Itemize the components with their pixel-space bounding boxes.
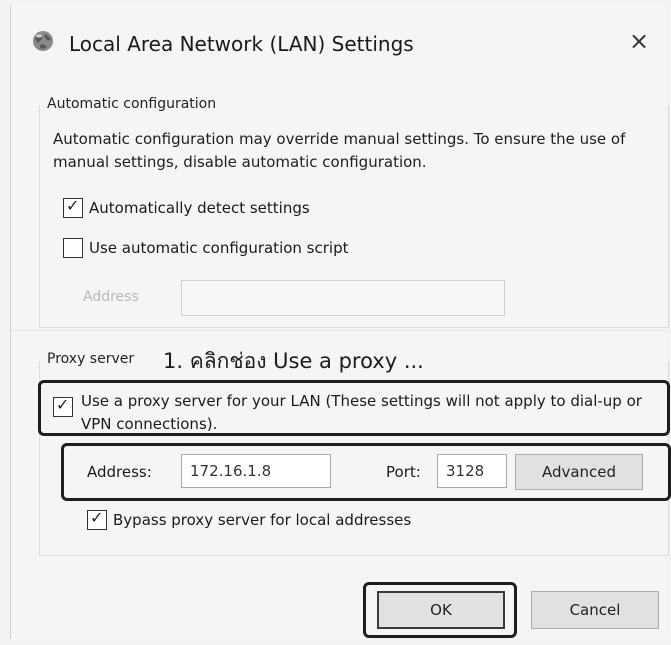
checkmark-icon: ✓ bbox=[56, 395, 70, 414]
bypass-local-label[interactable]: Bypass proxy server for local addresses bbox=[113, 511, 411, 529]
globe-network-icon bbox=[31, 29, 55, 53]
lan-settings-dialog: Local Area Network (LAN) Settings × Auto… bbox=[10, 5, 671, 639]
checkmark-icon: ✓ bbox=[66, 196, 80, 215]
cancel-button[interactable]: Cancel bbox=[531, 591, 659, 629]
detect-settings-label[interactable]: Automatically detect settings bbox=[89, 199, 310, 217]
section-divider bbox=[11, 330, 667, 331]
config-script-label[interactable]: Use automatic configuration script bbox=[89, 239, 348, 257]
ok-button[interactable]: OK bbox=[377, 591, 505, 629]
window-title: Local Area Network (LAN) Settings bbox=[69, 32, 414, 56]
use-proxy-label[interactable]: Use a proxy server for your LAN (These s… bbox=[81, 390, 651, 436]
proxy-port-label: Port: bbox=[386, 463, 421, 481]
proxy-address-label: Address: bbox=[87, 463, 152, 481]
advanced-button[interactable]: Advanced bbox=[515, 454, 643, 490]
automatic-config-description: Automatic configuration may override man… bbox=[53, 130, 626, 171]
checkmark-icon: ✓ bbox=[90, 508, 104, 527]
close-button[interactable]: × bbox=[629, 27, 649, 55]
title-bar: Local Area Network (LAN) Settings × bbox=[11, 5, 667, 75]
bypass-local-checkbox[interactable]: ✓ bbox=[87, 508, 107, 530]
script-address-input bbox=[181, 280, 505, 316]
detect-settings-checkbox[interactable]: ✓ bbox=[63, 196, 83, 218]
proxy-port-input[interactable] bbox=[437, 454, 507, 488]
proxy-address-input[interactable] bbox=[181, 454, 331, 488]
use-proxy-checkbox[interactable]: ✓ bbox=[53, 395, 73, 417]
script-address-label: Address bbox=[83, 289, 139, 305]
config-script-checkbox[interactable] bbox=[63, 238, 83, 258]
